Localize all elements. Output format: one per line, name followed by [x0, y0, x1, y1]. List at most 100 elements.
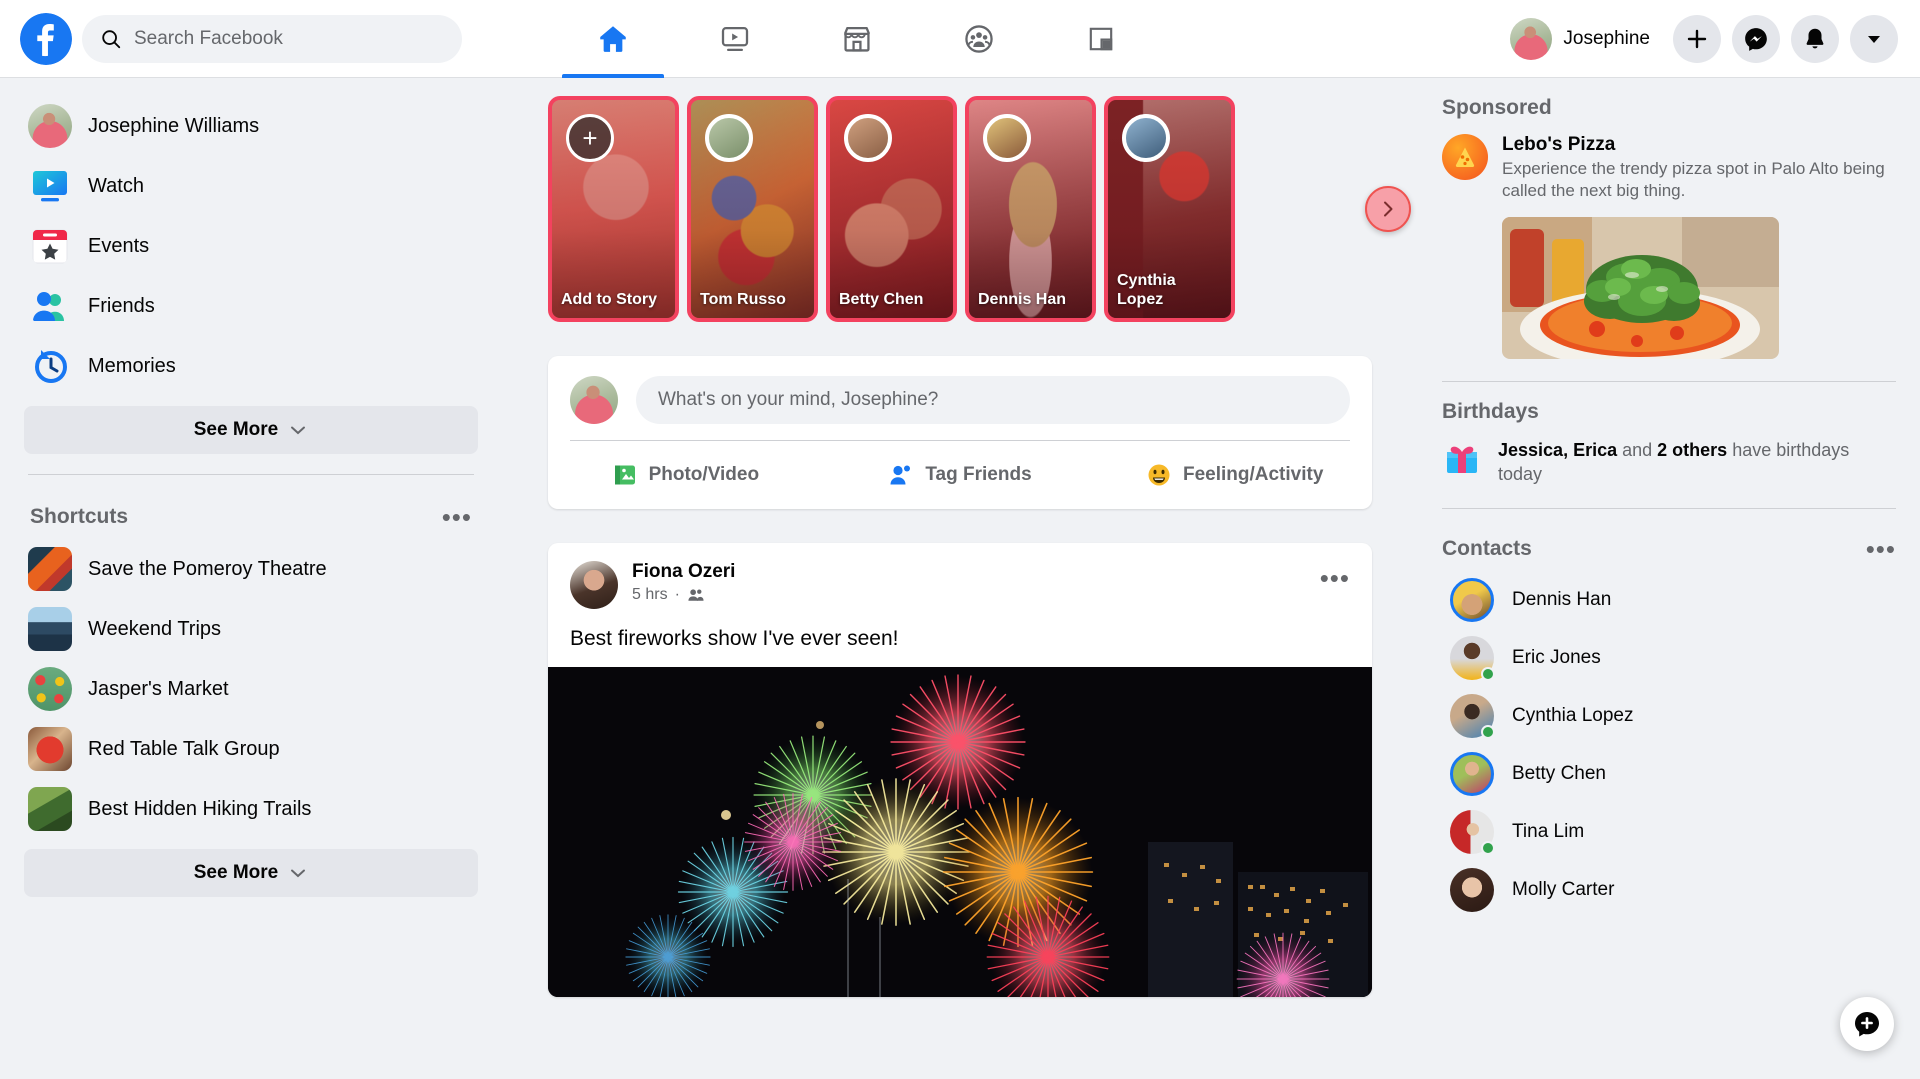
events-icon — [28, 224, 72, 268]
post-timestamp: 5 hrs — [632, 586, 668, 604]
shortcuts-title: Shortcuts — [30, 505, 128, 529]
post-composer-card: What's on your mind, Josephine? Photo/Vi… — [548, 356, 1372, 509]
online-status-indicator — [1481, 667, 1495, 681]
photo-video-icon — [612, 462, 638, 488]
sponsored-ad[interactable]: Lebo's Pizza Experience the trendy pizza… — [1442, 134, 1896, 203]
composer-input[interactable]: What's on your mind, Josephine? — [636, 376, 1350, 424]
story-author-avatar — [1122, 114, 1170, 162]
stories-tray: + Add to Story Tom Russo Betty Chen Denn… — [500, 96, 1420, 322]
notifications-button[interactable] — [1791, 15, 1839, 63]
search-placeholder: Search Facebook — [134, 28, 283, 50]
shortcuts-see-more-button[interactable]: See More — [24, 849, 478, 897]
gift-icon — [1442, 438, 1482, 478]
ellipsis-icon[interactable]: ••• — [1866, 536, 1896, 562]
new-message-fab[interactable] — [1840, 997, 1894, 1051]
story-card-dennis-han[interactable]: Dennis Han — [965, 96, 1096, 322]
ellipsis-icon[interactable]: ••• — [442, 504, 472, 530]
composer-action-label: Tag Friends — [925, 464, 1031, 486]
profile-name: Josephine — [1563, 28, 1650, 50]
account-menu-button[interactable] — [1850, 15, 1898, 63]
shortcut-thumbnail — [28, 667, 72, 711]
contact-item-molly-carter[interactable]: Molly Carter — [1442, 861, 1896, 919]
sidebar-divider — [28, 474, 474, 475]
shortcut-item-weekend-trips[interactable]: Weekend Trips — [20, 599, 482, 659]
sidebar-item-memories[interactable]: Memories — [20, 336, 482, 396]
birthday-item[interactable]: Jessica, Erica and 2 others have birthda… — [1442, 438, 1896, 487]
post-image-fireworks[interactable] — [548, 667, 1372, 997]
messenger-icon — [1743, 26, 1769, 52]
header-right: Josephine — [1506, 14, 1920, 64]
tag-friends-button[interactable]: Tag Friends — [823, 449, 1098, 501]
create-button[interactable] — [1673, 15, 1721, 63]
search-icon — [100, 28, 122, 50]
story-label: Dennis Han — [978, 291, 1086, 309]
see-more-label: See More — [194, 419, 278, 441]
header-left: Search Facebook — [0, 13, 552, 65]
story-card-add[interactable]: + Add to Story — [548, 96, 679, 322]
sidebar-item-friends[interactable]: Friends — [20, 276, 482, 336]
photo-video-button[interactable]: Photo/Video — [548, 449, 823, 501]
stories-next-button[interactable] — [1365, 186, 1411, 232]
contact-name: Betty Chen — [1512, 763, 1606, 785]
contact-item-betty-chen[interactable]: Betty Chen — [1442, 745, 1896, 803]
right-divider-1 — [1442, 381, 1896, 382]
memories-icon — [28, 344, 72, 388]
chevron-right-icon — [1378, 199, 1398, 219]
avatar — [1450, 868, 1494, 912]
contact-avatar-wrap — [1450, 636, 1494, 680]
feeling-activity-button[interactable]: Feeling/Activity — [1097, 449, 1372, 501]
nav-tab-watch[interactable] — [674, 0, 796, 78]
groups-icon — [963, 23, 995, 55]
birthday-text: Jessica, Erica and 2 others have birthda… — [1498, 438, 1896, 487]
nav-tab-gaming[interactable] — [1040, 0, 1162, 78]
story-author-avatar — [705, 114, 753, 162]
shortcut-item-pomeroy[interactable]: Save the Pomeroy Theatre — [20, 539, 482, 599]
bell-icon — [1802, 26, 1828, 52]
post-menu-button[interactable]: ••• — [1320, 565, 1350, 591]
contact-avatar-wrap — [1450, 810, 1494, 854]
facebook-logo[interactable] — [20, 13, 72, 65]
contact-item-tina-lim[interactable]: Tina Lim — [1442, 803, 1896, 861]
birthday-others: 2 others — [1657, 440, 1727, 460]
sidebar-item-watch[interactable]: Watch — [20, 156, 482, 216]
friends-audience-icon — [687, 587, 704, 604]
post-text: Best fireworks show I've ever seen! — [548, 609, 1372, 667]
see-more-label: See More — [194, 862, 278, 884]
story-card-cynthia-lopez[interactable]: Cynthia Lopez — [1104, 96, 1235, 322]
nav-tab-home[interactable] — [552, 0, 674, 78]
ad-title: Lebo's Pizza — [1502, 134, 1896, 156]
nav-tab-groups[interactable] — [918, 0, 1040, 78]
online-status-indicator — [1481, 725, 1495, 739]
birthdays-title: Birthdays — [1442, 400, 1896, 424]
avatar[interactable] — [570, 376, 618, 424]
chevron-down-icon — [288, 863, 308, 883]
story-card-tom-russo[interactable]: Tom Russo — [687, 96, 818, 322]
sidebar-item-events[interactable]: Events — [20, 216, 482, 276]
home-icon — [596, 22, 630, 56]
sidebar-see-more-button[interactable]: See More — [24, 406, 478, 454]
contact-avatar-wrap — [1450, 868, 1494, 912]
contact-item-dennis-han[interactable]: Dennis Han — [1442, 571, 1896, 629]
shortcut-item-hiking-trails[interactable]: Best Hidden Hiking Trails — [20, 779, 482, 839]
user-avatar — [28, 104, 72, 148]
post-author[interactable]: Fiona Ozeri — [632, 561, 1320, 583]
messenger-button[interactable] — [1732, 15, 1780, 63]
avatar[interactable] — [570, 561, 618, 609]
shortcut-item-red-table-talk[interactable]: Red Table Talk Group — [20, 719, 482, 779]
story-card-betty-chen[interactable]: Betty Chen — [826, 96, 957, 322]
shortcut-label: Weekend Trips — [88, 618, 221, 641]
post-meta-separator: · — [675, 586, 680, 604]
marketplace-icon — [841, 23, 873, 55]
shortcut-item-jaspers-market[interactable]: Jasper's Market — [20, 659, 482, 719]
shortcut-thumbnail — [28, 727, 72, 771]
profile-button[interactable]: Josephine — [1506, 14, 1662, 64]
contact-item-eric-jones[interactable]: Eric Jones — [1442, 629, 1896, 687]
contact-name: Molly Carter — [1512, 879, 1614, 901]
header-nav-tabs — [552, 0, 1162, 78]
shortcut-thumbnail — [28, 547, 72, 591]
sidebar-item-profile[interactable]: Josephine Williams — [20, 96, 482, 156]
ad-image-pizza[interactable] — [1502, 217, 1779, 359]
nav-tab-marketplace[interactable] — [796, 0, 918, 78]
search-input[interactable]: Search Facebook — [82, 15, 462, 63]
contact-item-cynthia-lopez[interactable]: Cynthia Lopez — [1442, 687, 1896, 745]
